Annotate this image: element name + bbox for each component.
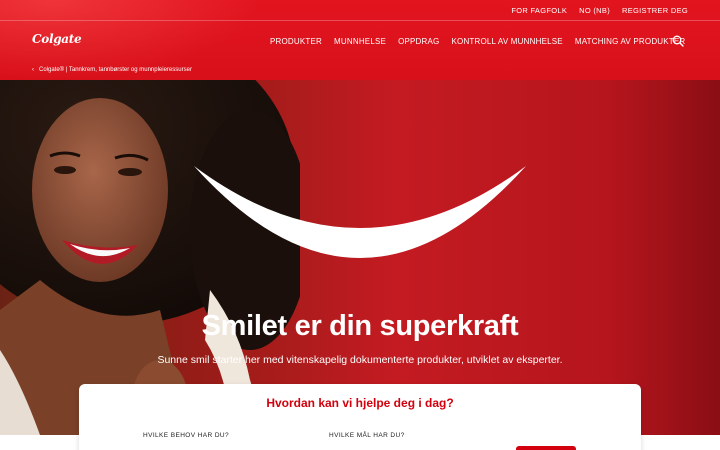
hero-subtitle: Sunne smil starter her med vitenskapelig… <box>157 354 563 366</box>
find-products-button[interactable] <box>516 446 576 450</box>
header-divider <box>0 20 720 21</box>
language-selector[interactable]: NO (NB) <box>579 6 610 15</box>
breadcrumb: ‹ Colgate® | Tannkrem, tannbørster og mu… <box>32 67 192 73</box>
utility-link-register[interactable]: REGISTRER DEG <box>622 6 688 15</box>
main-nav: PRODUKTER MUNNHELSE OPPDRAG KONTROLL AV … <box>270 37 685 46</box>
site-header: FOR FAGFOLK NO (NB) REGISTRER DEG Colgat… <box>0 0 720 80</box>
nav-item-products[interactable]: PRODUKTER <box>270 37 322 46</box>
goal-question-label[interactable]: HVILKE MÅL HAR DU? <box>329 432 405 439</box>
help-card-title: Hvordan kan vi hjelpe deg i dag? <box>266 396 454 410</box>
help-finder-card: Hvordan kan vi hjelpe deg i dag? HVILKE … <box>79 384 641 450</box>
nav-item-oral-health[interactable]: MUNNHELSE <box>334 37 386 46</box>
utility-link-professionals[interactable]: FOR FAGFOLK <box>511 6 567 15</box>
need-question-label[interactable]: HVILKE BEHOV HAR DU? <box>143 432 229 439</box>
chevron-left-icon: ‹ <box>32 67 34 73</box>
utility-nav: FOR FAGFOLK NO (NB) REGISTRER DEG <box>511 6 688 15</box>
smile-graphic <box>194 166 526 258</box>
hero-title: Smilet er din superkraft <box>201 310 519 342</box>
hero-banner: Smilet er din superkraft Sunne smil star… <box>0 80 720 435</box>
nav-item-mission[interactable]: OPPDRAG <box>398 37 439 46</box>
breadcrumb-current[interactable]: Colgate® | Tannkrem, tannbørster og munn… <box>39 67 192 73</box>
search-icon[interactable] <box>672 35 684 47</box>
nav-item-product-matching[interactable]: MATCHING AV PRODUKTER <box>575 37 686 46</box>
nav-item-oral-health-check[interactable]: KONTROLL AV MUNNHELSE <box>451 37 562 46</box>
colgate-logo[interactable]: Colgate <box>32 32 82 46</box>
